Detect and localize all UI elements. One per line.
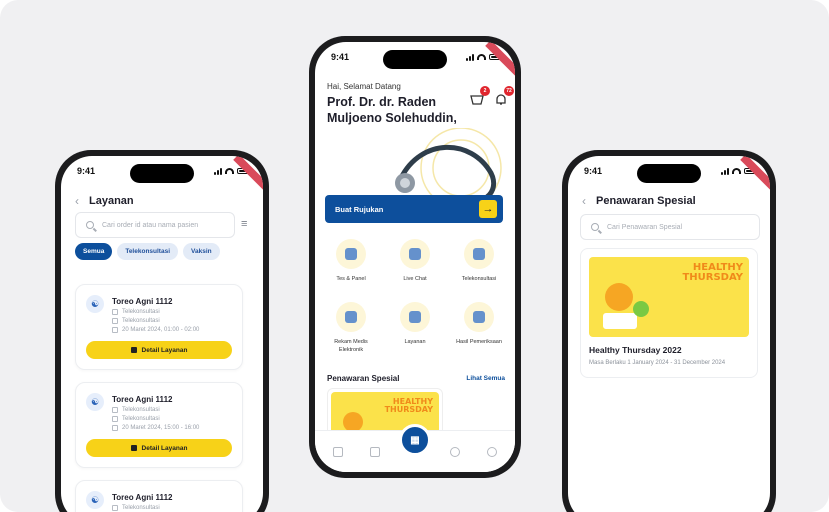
status-time: 9:41 [584, 166, 603, 176]
tab-bantuan[interactable] [440, 446, 470, 457]
chip-vaksin[interactable]: Vaksin [183, 243, 220, 260]
buat-rujukan-label: Buat Rujukan [335, 204, 384, 214]
page-header: ‹ Layanan [75, 194, 134, 208]
medical-record-icon [336, 302, 366, 332]
service-card[interactable]: ☯ Toreo Agni 1112 Telekonsultasi Telekon… [75, 382, 243, 468]
search-input[interactable]: Cari Penawaran Spesial [580, 214, 760, 240]
history-icon [370, 446, 381, 457]
see-all-link[interactable]: Lihat Semua [466, 375, 505, 382]
doctor-avatar-icon: ☯ [86, 295, 104, 313]
video-call-icon [464, 239, 494, 269]
stethoscope-icon [400, 302, 430, 332]
service-subtype: Telekonsultasi [122, 318, 160, 324]
doctor-avatar-icon: ☯ [86, 393, 104, 411]
detail-icon [130, 445, 137, 451]
filter-chips: Semua Telekonsultasi Vaksin [75, 243, 220, 260]
service-card[interactable]: ☯ Toreo Agni 1112 Telekonsultasi [75, 480, 243, 512]
promo-card[interactable]: HEALTHY THURSDAY Healthy Thursday 2022 M… [580, 248, 758, 378]
page-header: ‹ Penawaran Spesial [582, 194, 696, 208]
search-icon [591, 223, 599, 231]
document-icon [112, 309, 118, 315]
tab-layanan[interactable] [323, 446, 353, 457]
menu-rekam-medis[interactable]: Rekam Medis Elektronik [323, 302, 379, 354]
greeting-text: Hai, Selamat Datang [327, 82, 401, 91]
promo-banner-image: HEALTHY THURSDAY [589, 257, 749, 337]
back-icon[interactable]: ‹ [582, 194, 586, 208]
buat-rujukan-button[interactable]: Buat Rujukan → [325, 195, 503, 223]
list-icon [332, 446, 343, 457]
search-input[interactable]: Cari order id atau nama pasien [75, 212, 235, 238]
bell-icon[interactable]: 72 [494, 86, 514, 105]
qr-icon: ▦ [410, 434, 420, 446]
menu-live-chat[interactable]: Live Chat [387, 239, 443, 283]
chip-semua[interactable]: Semua [75, 243, 113, 260]
chip-telekonsultasi[interactable]: Telekonsultasi [117, 243, 178, 260]
share-icon [112, 416, 118, 422]
right-phone: 9:41 ‹ Penawaran Spesial Cari Penawaran … [562, 150, 776, 512]
page-title: Layanan [89, 195, 134, 207]
document-icon [112, 505, 118, 511]
penawaran-screen: 9:41 ‹ Penawaran Spesial Cari Penawaran … [568, 156, 770, 512]
tab-riwayat[interactable] [360, 446, 390, 457]
menu-layanan[interactable]: Layanan [387, 302, 443, 346]
tab-akun[interactable] [477, 446, 507, 457]
service-datetime: 20 Maret 2024, 01:00 - 02:00 [122, 327, 200, 333]
detail-icon [130, 347, 137, 353]
home-fab-button[interactable]: ▦ [399, 424, 431, 456]
chat-icon [400, 239, 430, 269]
promo-name: Healthy Thursday 2022 [589, 345, 682, 355]
promo-illustration [603, 283, 649, 329]
menu-hasil-pemeriksaan[interactable]: Hasil Pemeriksaan [451, 302, 507, 346]
detail-layanan-button[interactable]: Detail Layanan [86, 439, 232, 457]
calendar-icon [112, 327, 118, 333]
menu-telekonsultasi[interactable]: Telekonsultasi [451, 239, 507, 283]
page-title: Penawaran Spesial [596, 195, 696, 207]
back-icon[interactable]: ‹ [75, 194, 79, 208]
layanan-screen: 9:41 ‹ Layanan Cari order id atau nama p… [61, 156, 263, 512]
dynamic-island [383, 50, 447, 69]
sort-icon[interactable]: ≡ [241, 218, 247, 230]
notification-badge: 72 [504, 86, 514, 96]
status-time: 9:41 [331, 52, 350, 62]
arrow-right-icon: → [479, 200, 497, 218]
user-icon [487, 446, 498, 457]
document-icon [112, 407, 118, 413]
showcase-background: 9:41 ‹ Layanan Cari order id atau nama p… [0, 0, 829, 512]
service-type: Telekonsultasi [122, 407, 160, 413]
promo-validity: Masa Berlaku 1 January 2024 - 31 Decembe… [589, 360, 726, 366]
dynamic-island [637, 164, 701, 183]
left-phone: 9:41 ‹ Layanan Cari order id atau nama p… [55, 150, 269, 512]
section-title: Penawaran Spesial [327, 374, 400, 383]
test-tube-icon [336, 239, 366, 269]
service-type: Telekonsultasi [122, 309, 160, 315]
search-placeholder: Cari Penawaran Spesial [607, 223, 683, 231]
patient-name: Toreo Agni 1112 [112, 395, 173, 404]
status-time: 9:41 [77, 166, 96, 176]
center-phone: 9:41 Hai, Selamat Datang Prof. Dr. dr. R… [309, 36, 521, 478]
service-subtype: Telekonsultasi [122, 416, 160, 422]
menu-tes-panel[interactable]: Tes & Panel [323, 239, 379, 283]
wifi-icon [732, 168, 741, 174]
doctor-name: Prof. Dr. dr. Raden Muljoeno Solehuddin, [327, 95, 457, 125]
share-icon [112, 318, 118, 324]
patient-name: Toreo Agni 1112 [112, 297, 173, 306]
calendar-icon [112, 425, 118, 431]
dynamic-island [130, 164, 194, 183]
service-card[interactable]: ☯ Toreo Agni 1112 Telekonsultasi Telekon… [75, 284, 243, 370]
cart-icon[interactable]: 2 [470, 86, 490, 105]
search-icon [86, 221, 94, 229]
lab-result-icon [464, 302, 494, 332]
service-datetime: 20 Maret 2024, 15:00 - 16:00 [122, 425, 200, 431]
service-type: Telekonsultasi [122, 505, 160, 511]
home-screen: 9:41 Hai, Selamat Datang Prof. Dr. dr. R… [315, 42, 515, 472]
search-placeholder: Cari order id atau nama pasien [102, 221, 199, 229]
headset-icon [449, 446, 460, 457]
wifi-icon [477, 54, 486, 60]
detail-layanan-button[interactable]: Detail Layanan [86, 341, 232, 359]
doctor-avatar-icon: ☯ [86, 491, 104, 509]
cart-badge: 2 [480, 86, 490, 96]
patient-name: Toreo Agni 1112 [112, 493, 173, 502]
wifi-icon [225, 168, 234, 174]
